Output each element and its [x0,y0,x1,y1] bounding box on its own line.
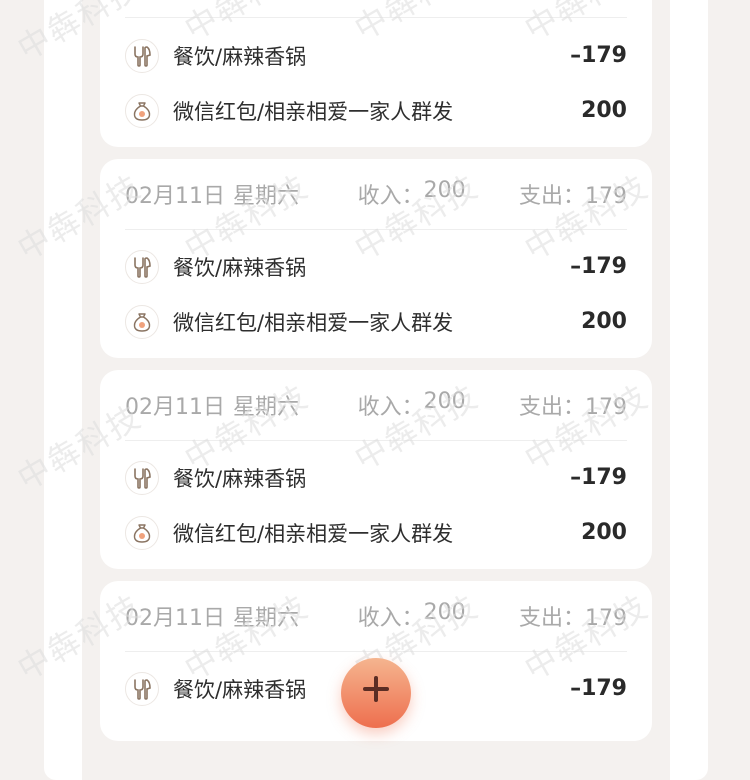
expense-label: 支出： [518,606,585,631]
day-income: 收入： 200 [358,600,519,632]
income-value: 200 [423,389,466,414]
date-text: 02月11日 [125,606,225,631]
day-income: 收入： 200 [358,178,519,210]
day-date: 02月11日 星期六 [125,178,358,210]
income-label: 收入： [357,395,424,420]
expense-value: 179 [585,184,627,209]
day-header: 02月11日 星期六 收入： 200 支出：179 [125,370,627,441]
utensils-icon [125,38,159,73]
transaction-label: 餐饮/麻辣香锅 [173,466,307,491]
transaction-amount: –179 [570,465,627,490]
weekday-text: 星期六 [233,184,300,209]
weekday-text: 星期六 [233,395,300,420]
transaction-amount: 200 [581,98,627,123]
income-value: 200 [423,178,466,203]
plus-icon [363,676,389,702]
transaction-label: 微信红包/相亲相爱一家人群发 [173,521,454,546]
transaction-amount: 200 [581,520,627,545]
transaction-row[interactable]: 餐饮/麻辣香锅 –179 [125,239,627,294]
transaction-amount: –179 [570,676,627,701]
day-expense: 支出：179 [519,178,627,210]
date-text: 02月11日 [125,395,225,420]
day-expense: 支出：179 [519,600,627,632]
day-card-divider [125,17,627,18]
income-value: 200 [423,600,466,625]
money-bag-icon [125,515,159,550]
transaction-amount: –179 [570,254,627,279]
day-card: 餐饮/麻辣香锅 –179 微信红包/相亲相爱一家人群发 200 [100,0,652,147]
utensils-icon [125,671,159,706]
income-label: 收入： [357,184,424,209]
add-record-button[interactable] [341,658,411,728]
transaction-label: 微信红包/相亲相爱一家人群发 [173,99,454,124]
money-bag-icon [125,93,159,128]
weekday-text: 星期六 [233,606,300,631]
income-label: 收入： [357,606,424,631]
day-date: 02月11日 星期六 [125,600,358,632]
transaction-row[interactable]: 微信红包/相亲相爱一家人群发 200 [125,83,627,138]
expense-value: 179 [585,606,627,631]
money-bag-icon [125,304,159,339]
day-card: 02月11日 星期六 收入： 200 支出：179 餐饮/麻辣香锅 –179 [100,159,652,358]
day-header: 02月11日 星期六 收入： 200 支出：179 [125,159,627,230]
transaction-label: 餐饮/麻辣香锅 [173,677,307,702]
transaction-label: 餐饮/麻辣香锅 [173,255,307,280]
expense-label: 支出： [518,184,585,209]
utensils-icon [125,249,159,284]
day-income: 收入： 200 [358,389,519,421]
transaction-row[interactable]: 微信红包/相亲相爱一家人群发 200 [125,505,627,560]
transaction-row[interactable]: 餐饮/麻辣香锅 –179 [125,28,627,83]
transaction-amount: –179 [570,43,627,68]
expense-value: 179 [585,395,627,420]
day-header: 02月11日 星期六 收入： 200 支出：179 [125,581,627,652]
transaction-row[interactable]: 餐饮/麻辣香锅 –179 [125,450,627,505]
utensils-icon [125,460,159,495]
transaction-amount: 200 [581,309,627,334]
day-date: 02月11日 星期六 [125,389,358,421]
date-text: 02月11日 [125,184,225,209]
day-expense: 支出：179 [519,389,627,421]
day-card: 02月11日 星期六 收入： 200 支出：179 餐饮/麻辣香锅 –179 [100,370,652,569]
transaction-label: 餐饮/麻辣香锅 [173,44,307,69]
expense-label: 支出： [518,395,585,420]
transaction-label: 微信红包/相亲相爱一家人群发 [173,310,454,335]
transaction-row[interactable]: 微信红包/相亲相爱一家人群发 200 [125,294,627,349]
